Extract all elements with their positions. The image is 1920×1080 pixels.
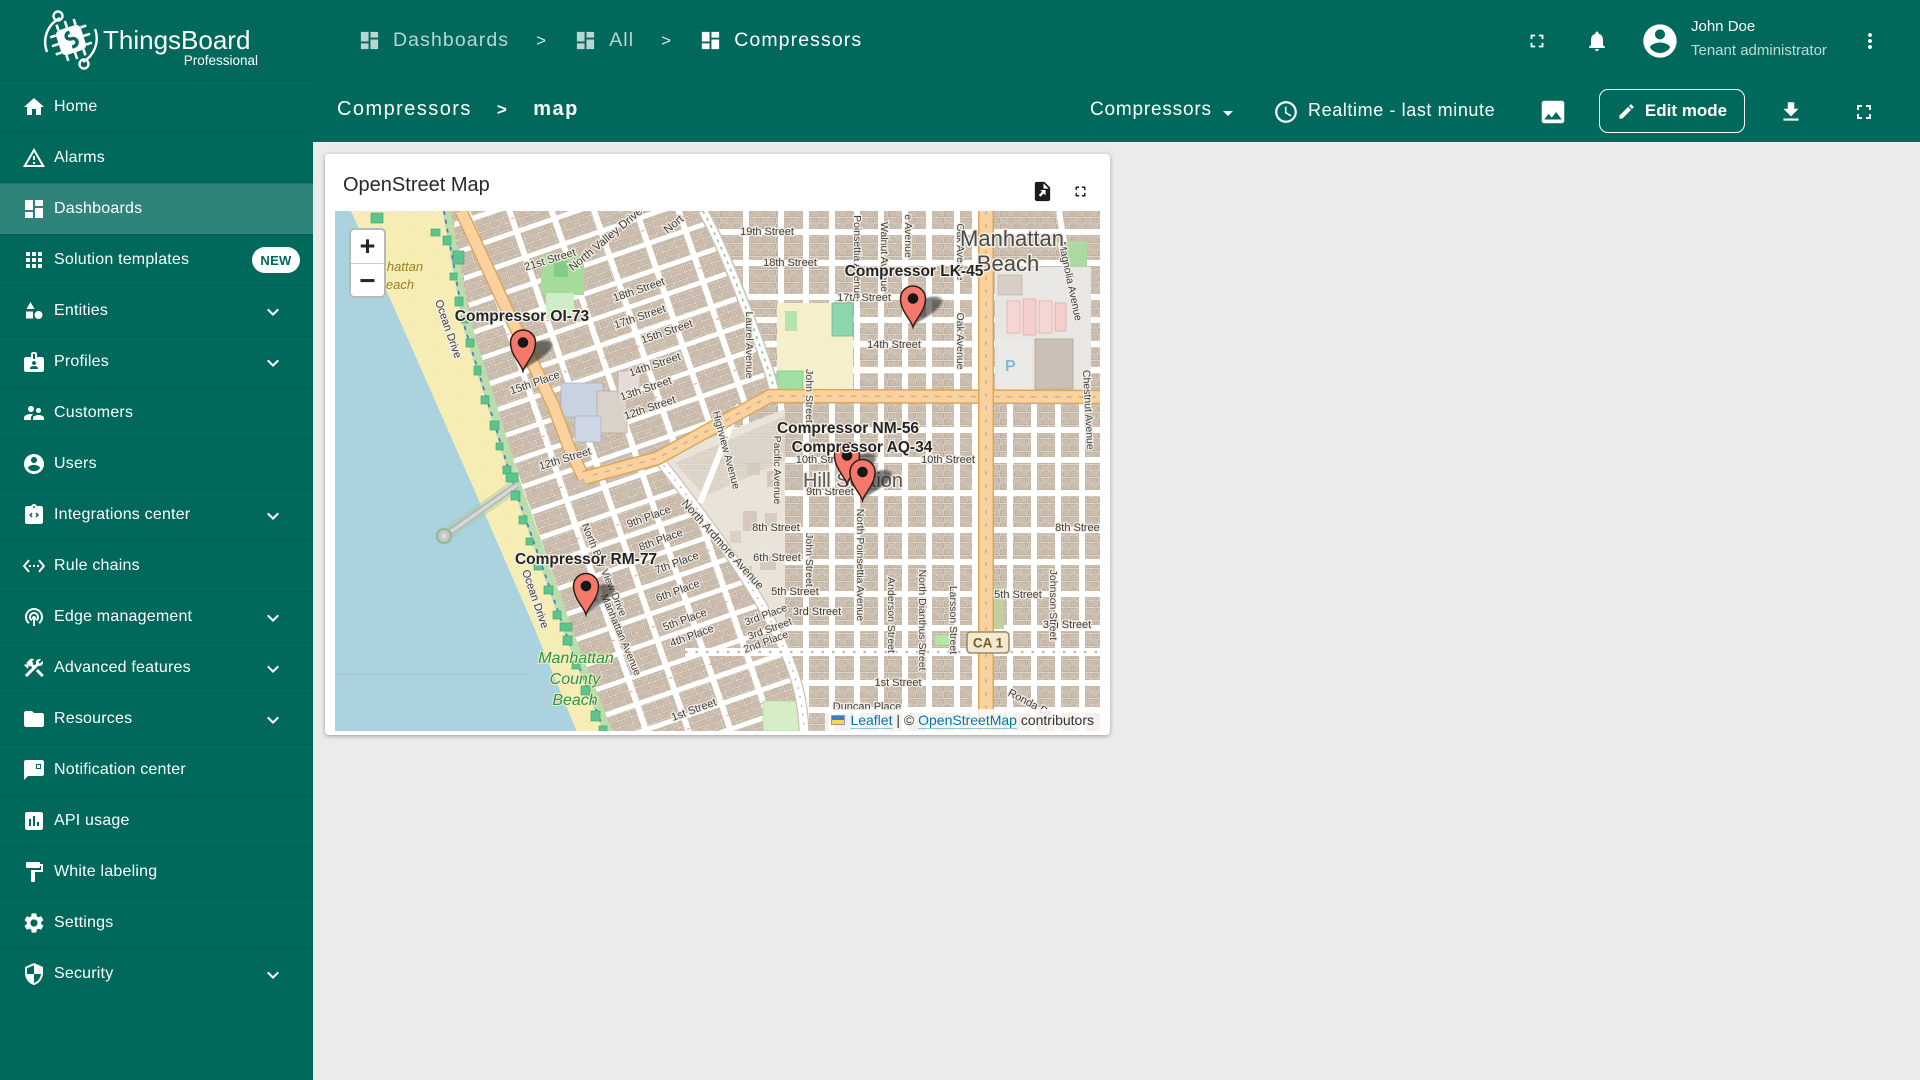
svg-text:Manhattan: Manhattan: [538, 650, 614, 667]
svg-text:Compressor AQ-34: Compressor AQ-34: [792, 439, 933, 456]
svg-text:each: each: [386, 277, 414, 292]
svg-text:Walnut Avenue: Walnut Avenue: [878, 222, 890, 292]
svg-text:Poinsettia Avenue: Poinsettia Avenue: [851, 215, 863, 299]
svg-text:19th Street: 19th Street: [740, 226, 794, 238]
svg-text:Oak Avenue: Oak Avenue: [954, 312, 966, 369]
svg-text:3rd Street: 3rd Street: [793, 606, 841, 618]
svg-text:Manhattan: Manhattan: [960, 226, 1064, 251]
svg-text:Anderson Street: Anderson Street: [885, 577, 897, 653]
svg-text:14th Street: 14th Street: [867, 339, 921, 351]
svg-text:Compressor OI-73: Compressor OI-73: [455, 308, 590, 325]
svg-text:P: P: [1005, 358, 1016, 375]
svg-text:Beach: Beach: [977, 251, 1039, 276]
svg-text:Professional: Professional: [184, 53, 258, 68]
svg-text:North Dianthus Street: North Dianthus Street: [916, 570, 928, 671]
svg-text:Johnson Street: Johnson Street: [1047, 570, 1059, 641]
svg-text:Beach: Beach: [552, 692, 597, 709]
svg-text:Compressor RM-77: Compressor RM-77: [515, 551, 657, 568]
svg-text:John Street: John Street: [803, 369, 815, 423]
svg-text:e Avenue: e Avenue: [902, 214, 914, 258]
svg-text:5th Street: 5th Street: [771, 586, 819, 598]
svg-text:John Street: John Street: [803, 533, 815, 587]
svg-text:Laurel Avenue: Laurel Avenue: [743, 312, 755, 379]
svg-text:County: County: [550, 671, 602, 688]
svg-text:8th Street: 8th Street: [752, 522, 800, 534]
svg-text:CA 1: CA 1: [973, 636, 1004, 651]
svg-text:17th Street: 17th Street: [837, 292, 891, 304]
svg-text:8th Street: 8th Street: [1055, 522, 1100, 534]
svg-text:Compressor LK-45: Compressor LK-45: [845, 263, 984, 280]
svg-text:Pacific Avenue: Pacific Avenue: [771, 436, 783, 505]
svg-text:hattan: hattan: [387, 259, 423, 274]
svg-text:5th Street: 5th Street: [994, 589, 1042, 601]
svg-text:Compressor NM-56: Compressor NM-56: [777, 420, 919, 437]
svg-text:Larsson Street: Larsson Street: [947, 586, 959, 654]
svg-text:ThingsBoard: ThingsBoard: [103, 25, 250, 55]
svg-text:North Poinsettia Avenue: North Poinsettia Avenue: [854, 509, 866, 622]
svg-text:6th Street: 6th Street: [753, 552, 801, 564]
svg-text:1st Street: 1st Street: [874, 677, 921, 689]
svg-text:18th Street: 18th Street: [763, 257, 817, 269]
